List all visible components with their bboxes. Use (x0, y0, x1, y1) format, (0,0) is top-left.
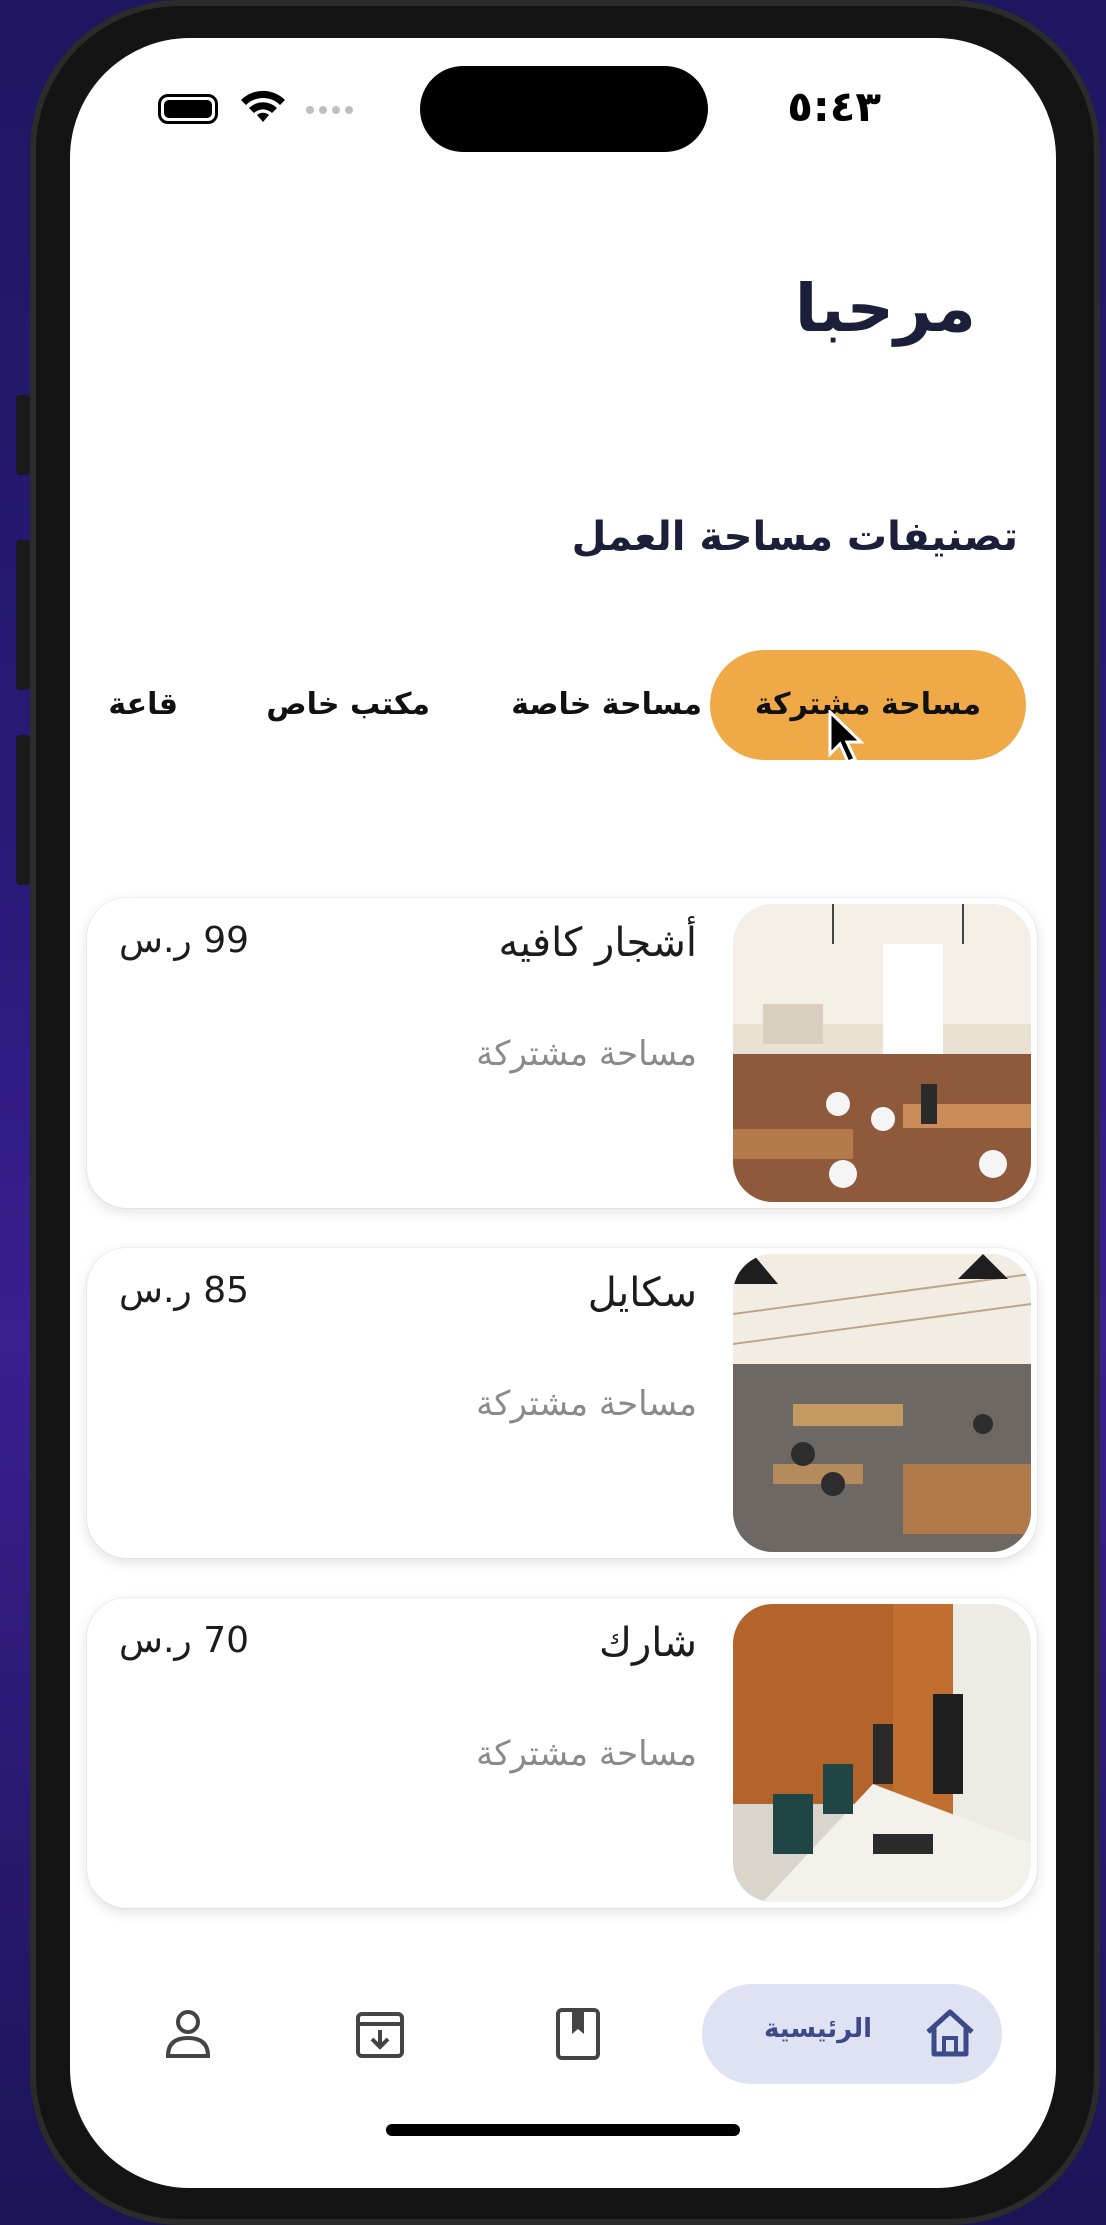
listing-type: مساحة مشتركة (476, 1734, 697, 1774)
listing-name: سكايل (587, 1270, 697, 1316)
listing-type: مساحة مشتركة (476, 1034, 697, 1074)
status-time: ٥:٤٣ (787, 82, 881, 131)
listing-name: شارك (599, 1620, 697, 1666)
listing-card[interactable]: شارك مساحة مشتركة 70 ر.س (87, 1598, 1037, 1908)
battery-icon (158, 94, 218, 124)
page-title: مرحبا (794, 270, 976, 347)
tab-private-office[interactable]: مكتب خاص (220, 650, 430, 760)
tab-hall[interactable]: قاعة (78, 650, 178, 760)
listing-price: 99 ر.س (119, 920, 250, 961)
home-indicator (386, 2124, 740, 2136)
action-button (16, 395, 30, 475)
bottom-navigation: الرئيسية (70, 1984, 1056, 2094)
volume-up-button (16, 540, 30, 690)
person-icon[interactable] (158, 2004, 218, 2064)
nav-home[interactable]: الرئيسية (702, 1984, 1002, 2084)
tab-private-space[interactable]: مساحة خاصة (470, 650, 702, 760)
listing-card[interactable]: سكايل مساحة مشتركة 85 ر.س (87, 1248, 1037, 1558)
archive-download-icon[interactable] (350, 2004, 410, 2064)
wifi-icon (241, 90, 285, 122)
volume-down-button (16, 735, 30, 885)
listing-price: 70 ر.س (119, 1620, 250, 1661)
section-title: تصنيفات مساحة العمل (571, 514, 1018, 560)
listing-type: مساحة مشتركة (476, 1384, 697, 1424)
mouse-cursor-icon (828, 710, 865, 764)
dynamic-island (420, 66, 708, 152)
cellular-signal-icon (306, 106, 353, 114)
listing-price: 85 ر.س (119, 1270, 250, 1311)
category-tabs: مساحة مشتركة مساحة خاصة مكتب خاص قاعة (70, 650, 1056, 760)
bookmark-icon[interactable] (548, 2004, 608, 2064)
listing-photo (733, 1604, 1031, 1902)
listing-photo (733, 1254, 1031, 1552)
listing-name: أشجار كافيه (498, 920, 697, 966)
tab-shared-space[interactable]: مساحة مشتركة (710, 650, 1026, 760)
home-icon (926, 2009, 974, 2057)
nav-home-label: الرئيسية (763, 2014, 872, 2044)
listing-photo (733, 904, 1031, 1202)
app-screen: ٥:٤٣ مرحبا تصنيفات مساحة العمل مساحة مشت… (70, 38, 1056, 2188)
listing-card[interactable]: أشجار كافيه مساحة مشتركة 99 ر.س (87, 898, 1037, 1208)
